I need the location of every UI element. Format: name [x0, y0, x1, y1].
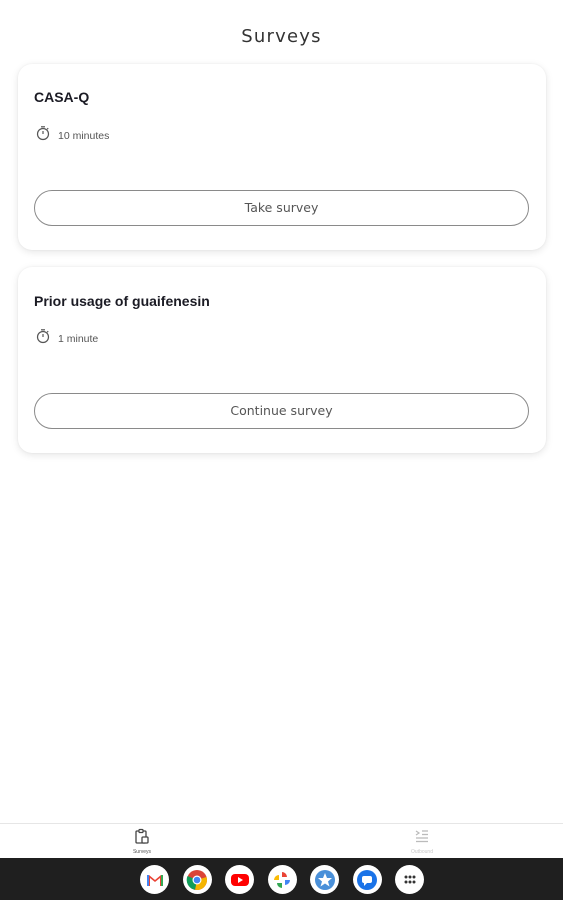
nav-label-surveys: Surveys	[132, 849, 152, 855]
continue-survey-button[interactable]: Continue survey	[34, 393, 529, 429]
gmail-icon[interactable]	[140, 865, 169, 894]
nav-label-outbound: Outbound	[411, 849, 433, 855]
app-drawer-icon[interactable]	[395, 865, 424, 894]
youtube-icon[interactable]	[225, 865, 254, 894]
survey-title: CASA-Q	[34, 89, 90, 105]
take-survey-button[interactable]: Take survey	[34, 190, 529, 226]
screen: Surveys CASA-Q 10 minutes Take survey Pr…	[0, 0, 563, 900]
bottom-nav: Surveys Outbound	[0, 823, 563, 858]
outbound-icon	[392, 828, 452, 846]
survey-duration-text: 10 minutes	[58, 129, 110, 142]
survey-duration-text: 1 minute	[58, 332, 99, 345]
stopwatch-icon	[35, 125, 51, 146]
app-dock	[140, 865, 424, 894]
star-app-icon[interactable]	[310, 865, 339, 894]
page-title: Surveys	[241, 26, 322, 47]
nav-item-outbound[interactable]: Outbound	[392, 828, 452, 855]
stopwatch-icon	[35, 328, 51, 349]
system-dock-bar	[0, 858, 563, 900]
survey-card: Prior usage of guaifenesin 1 minute Cont…	[18, 267, 546, 453]
survey-title: Prior usage of guaifenesin	[34, 293, 210, 309]
photos-icon[interactable]	[267, 865, 297, 894]
nav-item-surveys[interactable]: Surveys	[112, 828, 172, 855]
chrome-icon[interactable]	[182, 865, 212, 894]
survey-duration: 10 minutes	[35, 125, 109, 146]
surveys-icon	[112, 828, 172, 846]
survey-duration: 1 minute	[35, 328, 98, 349]
survey-card: CASA-Q 10 minutes Take survey	[18, 64, 546, 250]
messages-icon[interactable]	[352, 865, 382, 894]
